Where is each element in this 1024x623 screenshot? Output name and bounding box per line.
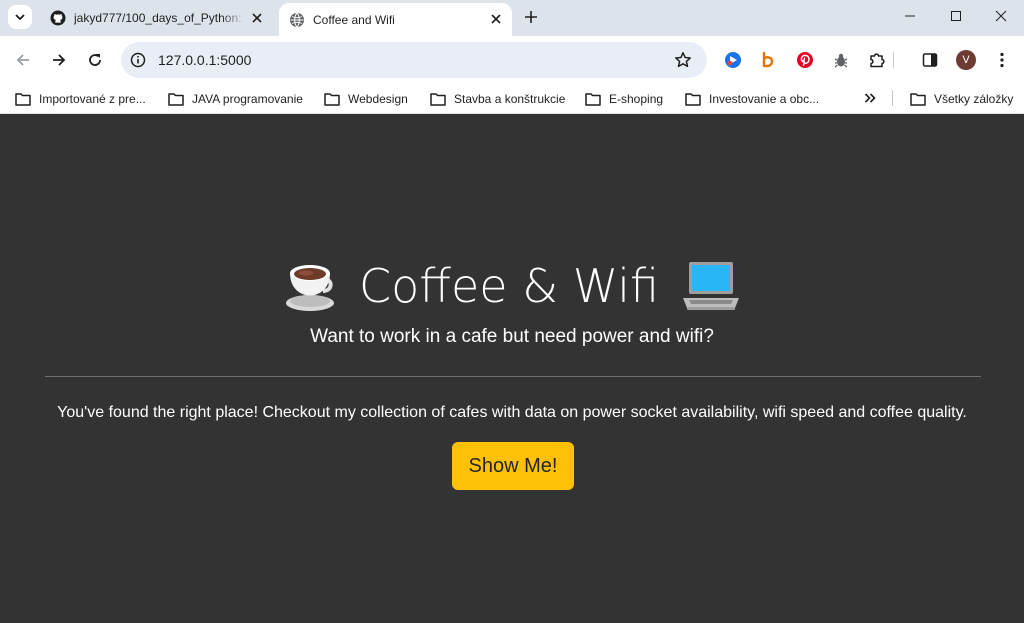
page-subtitle: Want to work in a cafe but need power an… — [310, 326, 714, 347]
screencast-extension-icon[interactable] — [723, 50, 743, 70]
tab-github[interactable]: jakyd777/100_days_of_Python: — [40, 3, 273, 33]
coffee-cup-icon — [283, 259, 337, 313]
page-content: Coffee & Wifi Want to work in a cafe but… — [0, 118, 1024, 623]
folder-icon — [685, 92, 701, 106]
bookmark-folder-importovane[interactable]: Importované z pre... — [15, 88, 146, 110]
folder-icon — [430, 92, 446, 106]
page-title: Coffee & Wifi — [0, 256, 1024, 316]
reload-button[interactable] — [83, 48, 107, 72]
more-bookmarks-button[interactable] — [861, 88, 879, 108]
laptop-icon — [681, 260, 741, 312]
menu-kebab-icon[interactable] — [992, 50, 1012, 70]
folder-icon — [585, 92, 601, 106]
folder-icon — [324, 92, 340, 106]
tab-title: jakyd777/100_days_of_Python: — [74, 11, 242, 25]
close-icon — [995, 10, 1007, 22]
folder-icon — [168, 92, 184, 106]
back-button[interactable] — [11, 48, 35, 72]
chevron-down-icon — [15, 14, 25, 21]
close-icon — [252, 13, 262, 23]
profile-avatar[interactable]: V — [956, 50, 976, 70]
url-text[interactable]: 127.0.0.1:5000 — [158, 52, 251, 68]
reload-icon — [89, 54, 101, 66]
page-title-text: Coffee & Wifi — [359, 259, 659, 313]
close-tab-button[interactable] — [488, 11, 504, 27]
maximize-icon — [951, 11, 961, 21]
double-chevron-right-icon — [864, 93, 876, 103]
arrow-left-icon — [16, 54, 29, 66]
tab-coffee-and-wifi[interactable]: Coffee and Wifi — [279, 3, 512, 36]
all-bookmarks-folder[interactable]: Všetky záložky — [910, 88, 1013, 110]
divider — [45, 376, 981, 377]
close-tab-button[interactable] — [249, 10, 265, 26]
bug-extension-icon[interactable] — [831, 50, 851, 70]
folder-icon — [910, 92, 926, 106]
tab-title: Coffee and Wifi — [313, 12, 395, 27]
bookmark-label: JAVA programovanie — [192, 92, 303, 106]
tab-strip: jakyd777/100_days_of_Python: Coffee and … — [0, 0, 1024, 36]
address-bar[interactable]: 127.0.0.1:5000 — [121, 42, 707, 78]
forward-button[interactable] — [47, 48, 71, 72]
toolbar-separator — [893, 52, 894, 68]
side-panel-icon[interactable] — [920, 50, 940, 70]
bookmark-label: E-shoping — [609, 92, 664, 106]
close-window-button[interactable] — [978, 0, 1024, 32]
bookmark-folder-eshoping[interactable]: E-shoping — [585, 88, 663, 110]
arrow-right-icon — [53, 54, 66, 66]
bookmark-label: Webdesign — [348, 92, 408, 106]
bookmark-folder-webdesign[interactable]: Webdesign — [324, 88, 408, 110]
plus-icon — [525, 11, 537, 23]
b-extension-icon[interactable] — [758, 50, 778, 70]
tab-search-button[interactable] — [8, 5, 32, 29]
puzzle-icon[interactable] — [867, 50, 887, 70]
bookmark-label: Všetky záložky — [934, 92, 1014, 106]
bookmarks-separator — [892, 90, 893, 106]
bookmark-label: Stavba a konštrukcie — [454, 92, 566, 106]
maximize-button[interactable] — [933, 0, 979, 32]
close-icon — [491, 14, 501, 24]
new-tab-button[interactable] — [520, 6, 542, 28]
browser-toolbar: 127.0.0.1:5000 V — [0, 36, 1024, 84]
minimize-button[interactable] — [887, 0, 933, 32]
page-lead-text: You've found the right place! Checkout m… — [57, 404, 967, 421]
globe-icon — [289, 12, 305, 28]
bookmark-folder-stavba[interactable]: Stavba a konštrukcie — [430, 88, 565, 110]
folder-icon — [15, 92, 31, 106]
bookmark-folder-java[interactable]: JAVA programovanie — [168, 88, 303, 110]
pinterest-extension-icon[interactable] — [795, 50, 815, 70]
minimize-icon — [905, 15, 915, 17]
github-icon — [50, 10, 66, 26]
bookmark-label: Importované z pre... — [39, 92, 146, 106]
show-me-button[interactable]: Show Me! — [452, 442, 574, 490]
bookmark-star-icon[interactable] — [673, 50, 693, 70]
bookmark-folder-investovanie[interactable]: Investovanie a obc... — [685, 88, 819, 110]
site-info-icon[interactable] — [129, 51, 147, 69]
bookmark-label: Investovanie a obc... — [709, 92, 820, 106]
